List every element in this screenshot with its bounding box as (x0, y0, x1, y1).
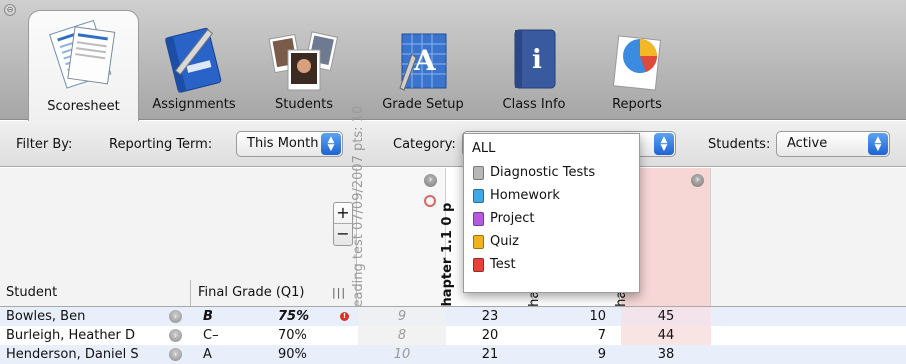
popup-arrows-icon: ▲ ▼ (654, 133, 674, 155)
letter-grade: A (203, 347, 212, 362)
warning-icon[interactable]: ! (340, 312, 349, 321)
menu-item-label: Test (490, 257, 516, 272)
category-clip-icon (473, 212, 484, 226)
svg-text:i: i (532, 45, 542, 75)
tab-label: Scoresheet (47, 99, 120, 114)
grid-header-filler (711, 168, 906, 306)
tab-reports[interactable]: Reports (600, 18, 674, 118)
menu-item-label: Diagnostic Tests (490, 165, 596, 180)
tab-label: Class Info (502, 97, 566, 112)
add-remove-column-control[interactable]: + − (333, 202, 353, 246)
tab-label: Students (275, 97, 333, 112)
row-detail-icon[interactable]: › (169, 329, 182, 342)
tab-label: Grade Setup (382, 97, 464, 112)
assignment-column-1[interactable]: › Reading test 07/09/2007 pts: 10 (351, 106, 446, 316)
score-cell[interactable]: 38 (621, 345, 711, 364)
add-column-button[interactable]: + (334, 203, 352, 224)
svg-text:A: A (413, 44, 437, 77)
students-icon (268, 31, 339, 91)
category-clip-icon (473, 235, 484, 249)
tab-scoresheet[interactable]: Scoresheet (28, 10, 139, 121)
score-cell[interactable]: 20 (447, 326, 533, 345)
excluded-icon (424, 195, 436, 207)
menu-item-label: Homework (490, 188, 560, 203)
score-cell[interactable]: 7 (534, 326, 606, 345)
assignment-header-text: Reading test 07/09/2007 pts: 10 (351, 105, 366, 316)
tab-students[interactable]: Students (256, 18, 352, 118)
column-menu-icon[interactable]: › (424, 174, 437, 187)
row-detail-icon[interactable]: › (169, 348, 182, 361)
popup-arrows-icon: ▲ ▼ (868, 133, 888, 155)
score-cell[interactable]: 21 (447, 345, 533, 364)
scoresheet-icon (48, 19, 115, 89)
score-cell[interactable]: 44 (621, 326, 711, 345)
assignments-icon (165, 27, 222, 93)
scoresheet-grid: + − Student Final Grade (Q1) ||| › Readi… (0, 106, 906, 364)
window-toggle-button[interactable]: ⊖ (4, 4, 16, 16)
menu-item-project[interactable]: Project (464, 207, 639, 230)
menu-item-homework[interactable]: Homework (464, 184, 639, 207)
reports-icon (612, 35, 662, 91)
tab-label: Reports (612, 97, 662, 112)
tab-label: Assignments (152, 97, 236, 112)
students-value: Active (787, 136, 828, 151)
menu-item-diagnostic-tests[interactable]: Diagnostic Tests (464, 161, 639, 184)
remove-column-button[interactable]: − (334, 224, 352, 245)
students-select[interactable]: Active ▲ ▼ (776, 131, 890, 157)
score-cell[interactable]: 9 (358, 307, 446, 326)
letter-grade: B (203, 309, 213, 324)
category-clip-icon (473, 258, 484, 272)
score-cell[interactable]: 8 (358, 326, 446, 345)
menu-item-quiz[interactable]: Quiz (464, 230, 639, 253)
column-divider (190, 280, 191, 306)
score-cell[interactable]: 9 (534, 345, 606, 364)
student-name: Burleigh, Heather D (6, 328, 136, 343)
category-label: Category: (393, 137, 456, 152)
score-cell[interactable]: 10 (358, 345, 446, 364)
reporting-term-value: This Month (247, 136, 319, 151)
grid-header-left: + − Student Final Grade (Q1) ||| (0, 168, 357, 306)
students-label: Students: (708, 137, 771, 152)
column-resize-handle[interactable]: ||| (332, 286, 346, 299)
category-clip-icon (473, 189, 484, 203)
student-column-header[interactable]: Student (6, 280, 57, 306)
letter-grade: C– (203, 328, 219, 343)
final-grade-column-header[interactable]: Final Grade (Q1) (198, 280, 305, 306)
grade-percent: 70% (278, 328, 307, 343)
row-detail-icon[interactable]: › (169, 310, 182, 323)
reporting-term-label: Reporting Term: (109, 137, 213, 152)
tab-assignments[interactable]: Assignments (140, 18, 248, 118)
main-toolbar: ⊖ Scoresheet Assignments Students A Grad… (0, 0, 906, 121)
menu-item-label: ALL (472, 141, 496, 156)
reporting-term-select[interactable]: This Month ▲ ▼ (236, 131, 343, 157)
menu-item-label: Project (490, 211, 535, 226)
score-cell[interactable]: 45 (621, 307, 711, 326)
grade-percent: 75% (278, 309, 310, 324)
score-cell[interactable]: 10 (534, 307, 606, 326)
class-info-icon: i (514, 29, 556, 89)
student-name: Bowles, Ben (6, 309, 86, 324)
menu-item-all[interactable]: ALL (464, 137, 639, 160)
table-row[interactable]: Burleigh, Heather D › C– 70% 8 20 7 44 (0, 326, 906, 345)
grade-percent: 90% (278, 347, 307, 362)
popup-arrows-icon: ▲ ▼ (321, 133, 341, 155)
tab-grade-setup[interactable]: A Grade Setup (366, 18, 480, 118)
filter-bar: Filter By: Reporting Term: This Month ▲ ▼… (0, 121, 906, 167)
table-row[interactable]: Henderson, Daniel S › A 90% 10 21 9 38 (0, 345, 906, 364)
table-row[interactable]: Bowles, Ben › B 75% ! 9 23 10 45 (0, 307, 906, 326)
column-menu-icon[interactable]: › (691, 174, 704, 187)
grade-setup-icon: A (399, 33, 447, 91)
filter-by-label: Filter By: (16, 137, 73, 152)
student-name: Henderson, Daniel S (6, 347, 139, 362)
category-dropdown-menu: ALL Diagnostic Tests Homework Project Qu… (463, 133, 640, 293)
tab-class-info[interactable]: i Class Info (486, 18, 582, 118)
menu-item-label: Quiz (490, 234, 519, 249)
assignment-header-text: Chapter 1.1 0 p (440, 202, 455, 316)
menu-item-test[interactable]: Test (464, 253, 639, 276)
score-cell[interactable]: 23 (447, 307, 533, 326)
category-clip-icon (473, 166, 484, 180)
